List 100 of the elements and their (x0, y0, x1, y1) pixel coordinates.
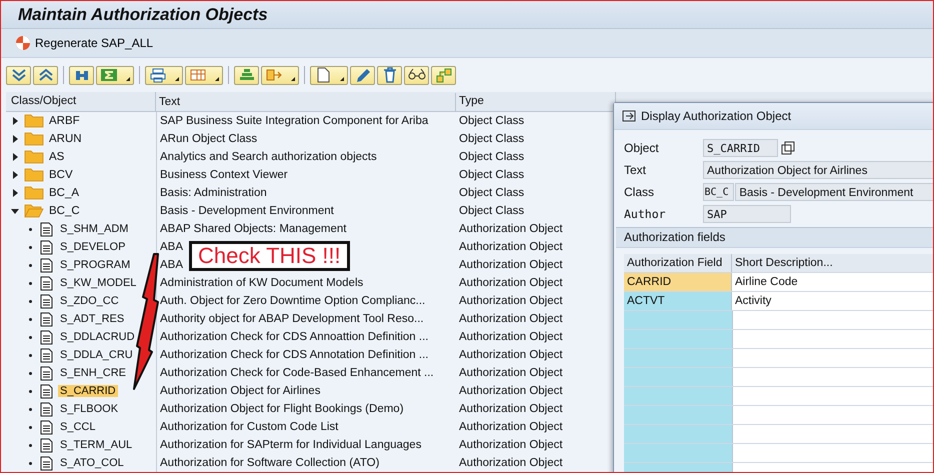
grid-tool-icon[interactable] (185, 66, 223, 85)
doc-tool-icon[interactable] (310, 66, 348, 85)
tree-node-label[interactable]: ARBF (49, 115, 80, 127)
expand-icon[interactable] (11, 153, 19, 161)
document-icon (40, 456, 53, 470)
expand-icon[interactable] (11, 171, 19, 179)
table-cell-text: Authorization Object (458, 241, 564, 253)
tree-node-label[interactable]: S_DDLACRUD (58, 331, 137, 343)
table-cell-text: Object Class (458, 151, 526, 163)
table-cell-text: Authorization Object (458, 277, 564, 289)
table-cell: Authorization for SAPterm for Individual Languages (156, 436, 456, 454)
document-icon (40, 366, 53, 380)
tree-node-label[interactable]: AS (49, 151, 64, 163)
find-tool-icon[interactable] (69, 66, 94, 85)
column-header[interactable]: Class/Object (6, 92, 156, 111)
sum-tool-icon[interactable] (96, 66, 134, 85)
tree-node-label[interactable]: S_TERM_AUL (58, 439, 134, 451)
callout-box: Check THIS !!! (189, 241, 350, 271)
document-icon (40, 402, 53, 416)
table-cell[interactable]: CARRID (624, 273, 732, 291)
tree-node-label[interactable]: BC_A (49, 187, 80, 199)
tree-node-label[interactable]: S_ZDO_CC (58, 295, 121, 307)
copy-icon[interactable] (781, 140, 795, 154)
tree-node-label[interactable]: S_SHM_ADM (58, 223, 130, 235)
table-cell-text: Authorization Object (458, 439, 564, 451)
tree-node-label[interactable]: S_KW_MODEL (58, 277, 138, 289)
display-icon (622, 110, 636, 122)
expand-icon[interactable] (11, 135, 19, 143)
tree-node-label[interactable]: S_FLBOOK (58, 403, 120, 415)
column-header[interactable]: Text (156, 92, 456, 110)
bullet-icon (29, 318, 32, 320)
folder-icon (24, 168, 44, 182)
bullet-icon (29, 264, 32, 266)
tree-node-label[interactable]: S_ATO_COL (58, 457, 126, 469)
folder-icon (24, 150, 44, 164)
folder-icon (24, 186, 44, 200)
bullet-icon (29, 462, 32, 464)
expand-icon[interactable] (11, 117, 19, 125)
regenerate-icon (15, 35, 31, 52)
down-tool-icon[interactable] (6, 66, 31, 85)
table-cell-text: Object Class (458, 115, 526, 127)
table-cell-text: Authorization Object (458, 421, 564, 433)
document-icon (40, 312, 53, 326)
field-value: S_CARRID (703, 138, 778, 156)
bullet-icon (29, 246, 32, 248)
glasses-tool-icon[interactable] (404, 66, 429, 85)
expand-icon[interactable] (11, 189, 19, 197)
table-cell-text: Authorization Object (458, 385, 564, 397)
field-label: Object (624, 140, 660, 154)
document-icon (40, 222, 53, 236)
table-cell-text: Object Class (458, 169, 526, 181)
window-title: Maintain Authorization Objects (18, 4, 268, 25)
table-cell: Airline Code (732, 273, 933, 291)
trash-tool-icon[interactable] (377, 66, 402, 85)
table-cell: Authorization Check for CDS Annoattion Definition ... (156, 328, 456, 346)
field-value: SAP (703, 204, 791, 222)
bullet-icon (29, 390, 32, 392)
table-cell-text: Authorization Object (458, 367, 564, 379)
bullet-icon (29, 444, 32, 446)
tree-node-label[interactable]: S_CARRID (58, 385, 118, 397)
tree-node-label[interactable]: S_CCL (58, 421, 98, 433)
bullet-icon (29, 228, 32, 230)
tree-node-label[interactable]: S_DDLA_CRU (58, 349, 135, 361)
bullet-icon (29, 300, 32, 302)
tree-node-label[interactable]: S_ADT_RES (58, 313, 126, 325)
tree-node-label[interactable]: ARUN (49, 133, 82, 145)
up-tool-icon[interactable] (33, 66, 58, 85)
bullet-icon (29, 372, 32, 374)
table-cell: Analytics and Search authorization objects (156, 148, 456, 166)
column-header[interactable]: Authorization Field (624, 254, 732, 272)
document-icon (40, 348, 53, 362)
folder-icon (24, 204, 44, 218)
bullet-icon (29, 336, 32, 338)
document-icon (40, 420, 53, 434)
document-icon (40, 384, 53, 398)
stack-tool-icon[interactable] (234, 66, 259, 85)
tree-node-label[interactable]: S_DEVELOP (58, 241, 128, 253)
column-header[interactable]: Short Description... (732, 254, 933, 272)
export-tool-icon[interactable] (261, 66, 299, 85)
table-cell: Basis - Development Environment (156, 202, 456, 220)
table-cell-text: Authorization Object (458, 349, 564, 361)
tree-node-label[interactable]: S_PROGRAM (58, 259, 132, 271)
tree-node-label[interactable]: S_ENH_CRE (58, 367, 128, 379)
field-label: Author (624, 206, 667, 220)
pencil-tool-icon[interactable] (350, 66, 375, 85)
table-cell[interactable]: ACTVT (624, 292, 732, 310)
collapse-icon[interactable] (11, 207, 19, 215)
table-cell: Authorization Object for Airlines (156, 382, 456, 400)
table-cell: Authorization for Software Collection (ATO) (156, 454, 456, 472)
tree-node-label[interactable]: BC_C (49, 205, 80, 217)
bullet-icon (29, 354, 32, 356)
dialog-title: Display Authorization Object (641, 109, 792, 123)
regenerate-button[interactable]: Regenerate SAP_ALL (13, 33, 156, 54)
print-tool-icon[interactable] (145, 66, 183, 85)
tree-node-label[interactable]: BCV (49, 169, 73, 181)
table-cell: Activity (732, 292, 933, 310)
table-cell: ABAP Shared Objects: Management (156, 220, 456, 238)
document-icon (40, 294, 53, 308)
section-header: Authorization fields (616, 227, 933, 248)
bullet-icon (29, 408, 32, 410)
